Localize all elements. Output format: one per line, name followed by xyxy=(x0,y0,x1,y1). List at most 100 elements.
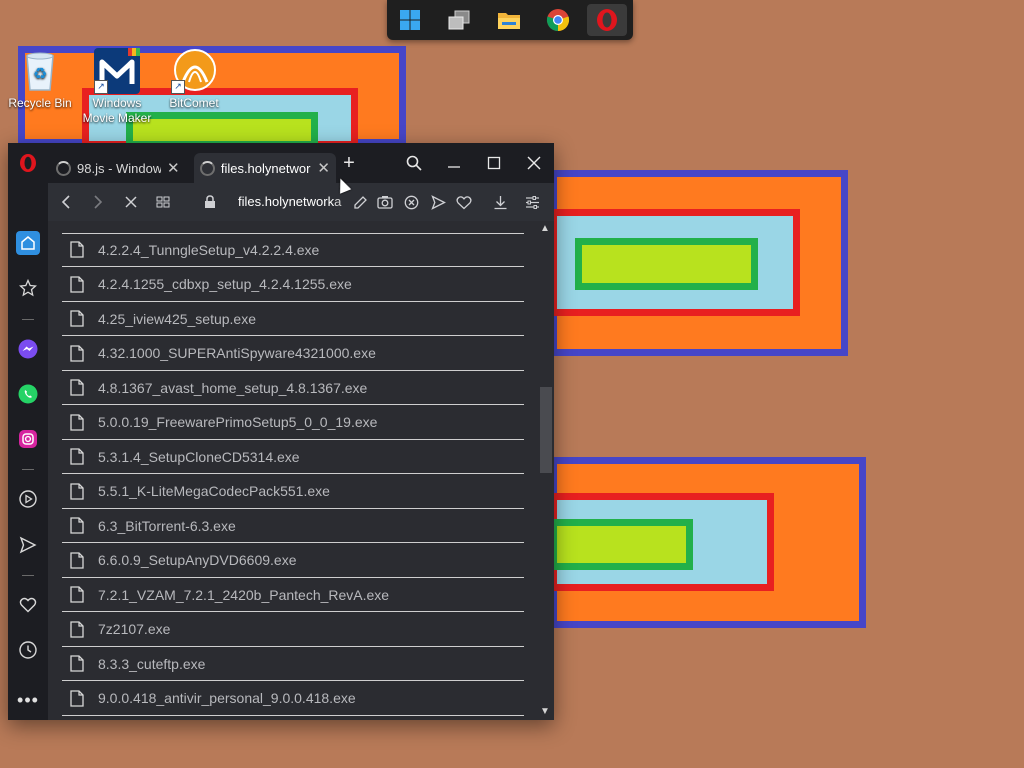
sidebar-bookmarks[interactable] xyxy=(16,276,40,300)
sidebar-history[interactable] xyxy=(16,638,40,662)
back-button[interactable] xyxy=(56,192,76,212)
file-name-link[interactable]: 7.2.1_VZAM_7.2.1_2420b_Pantech_RevA.exe xyxy=(98,587,389,603)
sidebar-instagram[interactable] xyxy=(16,427,40,451)
svg-text:♻: ♻ xyxy=(33,64,47,83)
file-list-item[interactable]: 5.0.0.19_FreewarePrimoSetup5_0_0_19.exe xyxy=(62,406,524,440)
file-name-link[interactable]: 4.25_iview425_setup.exe xyxy=(98,311,256,327)
sidebar-player[interactable] xyxy=(16,487,40,511)
desktop-icon-bitcomet[interactable]: ↗ BitComet xyxy=(158,48,230,111)
opera-taskbar-button[interactable] xyxy=(587,4,627,36)
file-list-item[interactable]: 4.2.4.1255_cdbxp_setup_4.2.4.1255.exe xyxy=(62,268,524,302)
sidebar-send[interactable] xyxy=(16,533,40,557)
tab-98js[interactable]: 98.js - Windows ✕ xyxy=(50,153,190,183)
file-name-link[interactable]: 8.3.3_cuteftp.exe xyxy=(98,656,205,672)
file-name-link[interactable]: 5.3.1.4_SetupCloneCD5314.exe xyxy=(98,449,300,465)
desktop-icon-movie-maker[interactable]: ↗ Windows Movie Maker xyxy=(81,48,153,126)
tab-title: 98.js - Windows xyxy=(77,160,161,176)
snapshot-button[interactable] xyxy=(375,192,395,212)
tab-files-holynetwork[interactable]: files.holynetwork ✕ xyxy=(194,153,336,183)
address-toolbar: files.holynetworka xyxy=(48,183,554,221)
file-list-item[interactable]: 5.3.1.4_SetupCloneCD5314.exe xyxy=(62,440,524,474)
send-to-flow-button[interactable] xyxy=(428,192,448,212)
stop-loading-button[interactable] xyxy=(121,192,141,212)
file-list-item[interactable]: 4.32.1000_SUPERAntiSpyware4321000.exe xyxy=(62,337,524,371)
vertical-scrollbar[interactable]: ▲ ▼ xyxy=(534,221,554,720)
file-name-link[interactable]: 4.32.1000_SUPERAntiSpyware4321000.exe xyxy=(98,345,376,361)
speed-dial-button[interactable] xyxy=(153,192,173,212)
sidebar-home[interactable] xyxy=(16,231,40,255)
tab-close-icon[interactable]: ✕ xyxy=(317,159,330,177)
more-icon[interactable]: ••• xyxy=(16,688,40,712)
scroll-down-icon[interactable]: ▼ xyxy=(539,706,551,718)
address-field[interactable]: files.holynetworka xyxy=(238,194,342,209)
file-name-link[interactable]: 9.0.0.418_antivir_personal_9.0.0.418.exe xyxy=(98,690,356,706)
task-view-button[interactable] xyxy=(439,4,479,36)
start-icon xyxy=(400,10,420,30)
file-list-item[interactable]: 4.2.2.4_TunngleSetup_v4.2.2.4.exe xyxy=(62,233,524,267)
tab-close-icon[interactable]: ✕ xyxy=(167,159,180,177)
clock-icon xyxy=(19,641,37,659)
file-name-link[interactable]: 5.0.0.19_FreewarePrimoSetup5_0_0_19.exe xyxy=(98,414,377,430)
close-window-button[interactable] xyxy=(519,151,549,175)
maximize-button[interactable] xyxy=(479,151,509,175)
search-tabs-icon[interactable] xyxy=(399,151,429,175)
opera-menu-icon[interactable] xyxy=(18,153,38,173)
file-icon xyxy=(70,413,84,431)
file-list-item[interactable]: 4.8.1367_avast_home_setup_4.8.1367.exe xyxy=(62,371,524,405)
edit-page-button[interactable] xyxy=(350,192,370,212)
file-name-link[interactable]: 5.5.1_K-LiteMegaCodecPack551.exe xyxy=(98,483,330,499)
file-icon xyxy=(70,448,84,465)
sidebar-messenger[interactable] xyxy=(16,337,40,361)
file-explorer-button[interactable] xyxy=(489,4,529,36)
new-tab-button[interactable]: + xyxy=(334,151,364,175)
desktop-icon-label-line1: Windows xyxy=(92,96,142,110)
file-icon xyxy=(70,482,84,500)
file-list-item[interactable]: 7.2.1_VZAM_7.2.1_2420b_Pantech_RevA.exe xyxy=(62,578,524,612)
file-list-item[interactable]: 7z2107.exe xyxy=(62,613,524,647)
file-list-item[interactable]: 6.3_BitTorrent-6.3.exe xyxy=(62,509,524,543)
chrome-button[interactable] xyxy=(538,4,578,36)
scrollbar-thumb[interactable] xyxy=(540,387,552,473)
movie-maker-icon: ↗ xyxy=(94,48,140,94)
bitcomet-icon: ↗ xyxy=(171,48,217,94)
scroll-up-icon[interactable]: ▲ xyxy=(539,223,551,235)
file-list-item[interactable]: 5.5.1_K-LiteMegaCodecPack551.exe xyxy=(62,475,524,509)
file-name-link[interactable]: 6.6.0.9_SetupAnyDVD6609.exe xyxy=(98,552,296,568)
opera-sidebar: ••• xyxy=(8,183,48,720)
maximize-icon xyxy=(487,156,501,170)
file-list-item[interactable]: 4.25_iview425_setup.exe xyxy=(62,302,524,336)
file-name-link[interactable]: 7z2107.exe xyxy=(98,621,170,637)
desktop-icon-recycle-bin[interactable]: ♻ Recycle Bin xyxy=(4,48,76,111)
start-button[interactable] xyxy=(390,4,430,36)
file-icon xyxy=(70,586,84,603)
send-icon xyxy=(430,194,446,210)
url-host: files.holynetwork xyxy=(238,194,335,209)
file-list-item[interactable]: 9.0.0.418_antivir_personal_9.0.0.418.exe xyxy=(62,682,524,716)
send-icon xyxy=(19,536,37,554)
forward-button[interactable] xyxy=(88,192,108,212)
file-name-link[interactable]: 4.2.2.4_TunngleSetup_v4.2.2.4.exe xyxy=(98,242,319,258)
settings-sliders-icon xyxy=(525,195,539,209)
easy-setup-button[interactable] xyxy=(522,192,542,212)
file-name-link[interactable]: 4.2.4.1255_cdbxp_setup_4.2.4.1255.exe xyxy=(98,276,352,292)
file-name-link[interactable]: 6.3_BitTorrent-6.3.exe xyxy=(98,518,236,534)
add-bookmark-button[interactable] xyxy=(454,192,474,212)
adblock-button[interactable] xyxy=(401,192,421,212)
opera-icon xyxy=(597,9,617,31)
sidebar-whatsapp[interactable] xyxy=(16,382,40,406)
close-icon xyxy=(125,196,137,208)
file-list-item[interactable]: 6.6.0.9_SetupAnyDVD6609.exe xyxy=(62,544,524,578)
file-list-item[interactable]: 8.3.3_cuteftp.exe xyxy=(62,647,524,681)
file-name-link[interactable]: 4.8.1367_avast_home_setup_4.8.1367.exe xyxy=(98,380,367,396)
lock-icon[interactable] xyxy=(200,192,220,212)
star-icon xyxy=(19,279,37,297)
minimize-button[interactable] xyxy=(439,151,469,175)
downloads-button[interactable] xyxy=(490,192,510,212)
file-icon xyxy=(70,275,84,293)
desktop-icon-label: Recycle Bin xyxy=(8,96,72,110)
file-icon xyxy=(70,241,84,258)
home-icon xyxy=(21,236,35,250)
file-icon xyxy=(70,655,84,672)
sidebar-favorites[interactable] xyxy=(16,593,40,617)
player-icon xyxy=(19,490,37,508)
